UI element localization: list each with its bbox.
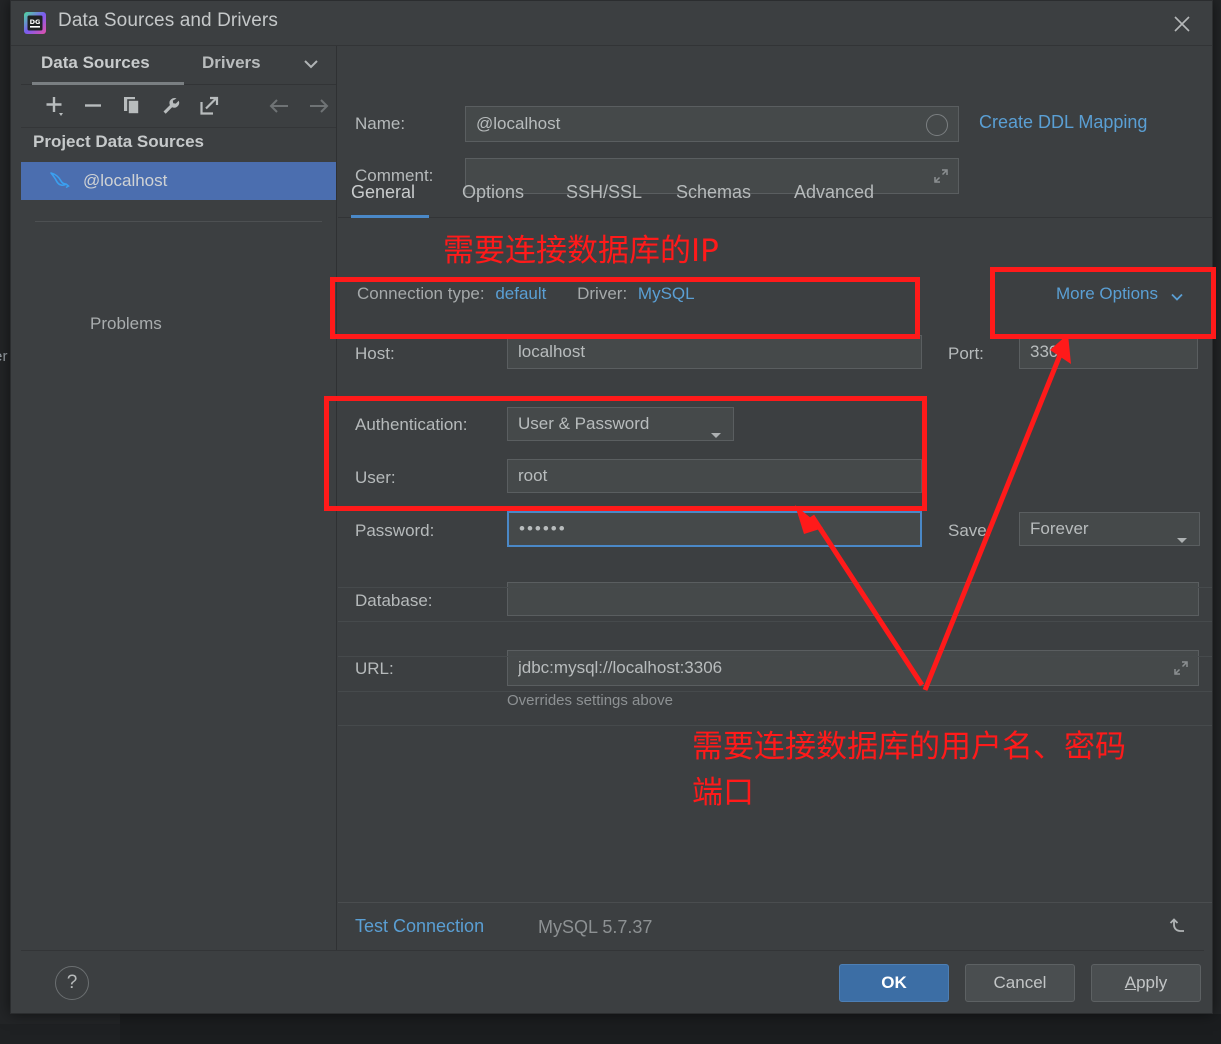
- host-label: Host:: [355, 344, 395, 364]
- sidebar-tab-strip: Data Sources Drivers: [21, 46, 336, 85]
- tab-schemas[interactable]: Schemas: [676, 182, 751, 203]
- mysql-dolphin-icon: [47, 170, 73, 192]
- cancel-button[interactable]: Cancel: [965, 964, 1075, 1002]
- sidebar-group-header: Project Data Sources: [21, 126, 336, 162]
- title-bar: DG Data Sources and Drivers: [11, 1, 1212, 46]
- remove-icon[interactable]: [80, 93, 106, 119]
- database-label: Database:: [355, 591, 433, 611]
- circle-refresh-icon[interactable]: [926, 114, 948, 136]
- test-connection-link[interactable]: Test Connection: [355, 916, 484, 937]
- save-value: Forever: [1030, 513, 1089, 545]
- sidebar-toolbar: [21, 85, 336, 128]
- desktop-background: er DG Data Sources and Drivers: [0, 0, 1221, 1024]
- authentication-value: User & Password: [518, 408, 649, 440]
- dropdown-arrow-icon: [1175, 524, 1189, 556]
- tab-data-sources[interactable]: Data Sources: [41, 53, 150, 73]
- background-window: [120, 1014, 1221, 1044]
- user-label: User:: [355, 468, 396, 488]
- driver-label: Driver:: [577, 284, 627, 303]
- section-tab-strip: General Options SSH/SSL Schemas Advanced: [338, 173, 1212, 218]
- tab-options[interactable]: Options: [462, 182, 524, 203]
- tab-ssh-ssl[interactable]: SSH/SSL: [566, 182, 642, 203]
- save-select[interactable]: Forever: [1019, 512, 1200, 546]
- datagrip-icon: DG: [23, 11, 47, 35]
- revert-arrow-icon[interactable]: [1168, 913, 1192, 942]
- authentication-label: Authentication:: [355, 415, 467, 435]
- expand-icon[interactable]: [1172, 659, 1190, 682]
- host-input[interactable]: [507, 335, 922, 369]
- ok-button[interactable]: OK: [839, 964, 949, 1002]
- connection-type-value[interactable]: default: [495, 284, 546, 303]
- back-arrow-icon[interactable]: [266, 93, 292, 119]
- help-button[interactable]: ?: [55, 966, 89, 1000]
- tab-general[interactable]: General: [351, 182, 415, 203]
- close-icon[interactable]: [1164, 9, 1200, 39]
- sidebar-item-problems[interactable]: Problems: [90, 314, 162, 334]
- password-label: Password:: [355, 521, 434, 541]
- wrench-icon[interactable]: [158, 93, 184, 119]
- tab-advanced[interactable]: Advanced: [794, 182, 874, 203]
- user-input[interactable]: [507, 459, 922, 493]
- svg-text:DG: DG: [30, 18, 41, 26]
- password-masked-value: ••••••: [519, 513, 567, 545]
- database-version-label: MySQL 5.7.37: [538, 917, 652, 938]
- data-sources-dialog: DG Data Sources and Drivers Data Sources…: [10, 0, 1213, 1014]
- sidebar-divider: [35, 221, 322, 222]
- name-input[interactable]: [465, 106, 959, 142]
- create-ddl-mapping-link[interactable]: Create DDL Mapping: [979, 112, 1147, 133]
- active-section-indicator: [351, 215, 429, 218]
- group-label-project-data-sources: Project Data Sources: [33, 132, 204, 152]
- name-label: Name:: [355, 114, 405, 134]
- password-input[interactable]: ••••••: [507, 511, 922, 547]
- url-label: URL:: [355, 659, 394, 679]
- forward-arrow-icon[interactable]: [305, 93, 331, 119]
- add-icon[interactable]: [42, 93, 68, 119]
- connection-type-label: Connection type:: [357, 284, 485, 303]
- apply-button[interactable]: Apply: [1091, 964, 1201, 1002]
- sidebar: Data Sources Drivers: [21, 46, 337, 951]
- detail-footer: Test Connection MySQL 5.7.37: [338, 902, 1212, 951]
- apply-mnemonic: A: [1125, 973, 1136, 993]
- sidebar-item-label: @localhost: [83, 171, 167, 191]
- apply-rest: pply: [1136, 973, 1167, 993]
- url-hint: Overrides settings above: [507, 692, 673, 709]
- sidebar-item-localhost[interactable]: @localhost: [21, 162, 336, 200]
- port-input[interactable]: [1019, 335, 1198, 369]
- driver-value[interactable]: MySQL: [638, 284, 695, 303]
- save-label: Save:: [948, 521, 991, 541]
- background-partial-text: er: [0, 348, 8, 365]
- authentication-select[interactable]: User & Password: [507, 407, 734, 441]
- dropdown-arrow-icon: [709, 419, 723, 451]
- chevron-down-icon[interactable]: [302, 57, 320, 76]
- detail-panel: Name: Create DDL Mapping Comment:: [338, 46, 1212, 951]
- port-label: Port:: [948, 344, 984, 364]
- window-title: Data Sources and Drivers: [58, 10, 278, 32]
- more-options-button[interactable]: More Options: [1056, 284, 1158, 304]
- duplicate-icon[interactable]: [119, 93, 145, 119]
- connection-type-row: Connection type: default Driver: MySQL: [357, 284, 695, 304]
- chevron-down-icon[interactable]: [1169, 290, 1185, 308]
- dialog-button-bar: ? OK Cancel Apply: [21, 950, 1204, 1013]
- tab-drivers[interactable]: Drivers: [202, 53, 261, 73]
- external-link-icon[interactable]: [196, 93, 222, 119]
